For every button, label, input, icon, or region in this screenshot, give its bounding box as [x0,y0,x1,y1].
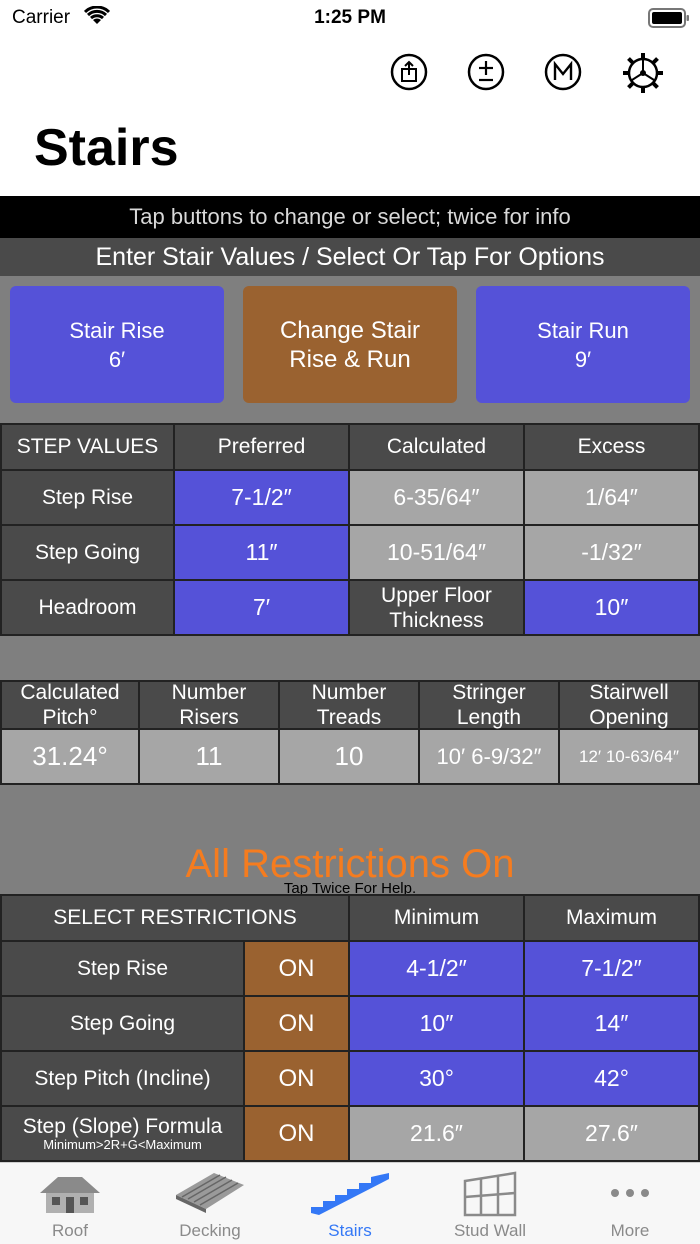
restriction-toggle[interactable]: ON [245,942,350,997]
stringer-header: Stringer Length [420,681,560,730]
treads-value[interactable]: 10 [280,730,420,785]
formula-sublabel: Minimum>2R+G<Maximum [43,1136,202,1152]
stairs-panel: Enter Stair Values / Select Or Tap For O… [0,238,700,1162]
tab-more[interactable]: More [560,1163,700,1244]
change-line1: Change Stair [279,316,421,344]
house-icon [38,1171,102,1220]
stringer-value[interactable]: 10′ 6-9/32″ [420,730,560,785]
restriction-toggle[interactable]: ON [245,1107,350,1162]
restrictions-table: SELECT RESTRICTIONS Minimum Maximum Step… [0,894,700,1162]
treads-header-line1: Number [311,681,387,704]
change-line2: Rise & Run [289,345,411,373]
restriction-max[interactable]: 27.6″ [525,1107,700,1162]
step-going-calculated: 10-51/64″ [350,526,525,581]
stair-rise-button[interactable]: Stair Rise 6′ [10,286,224,403]
minimum-header: Minimum [350,896,525,942]
stair-rise-value: 6′ [108,346,126,372]
stringer-header-line2: Length [456,706,522,729]
stairwell-value[interactable]: 12′ 10-63/64″ [560,730,700,785]
clock: 1:25 PM [314,7,386,28]
gear-icon[interactable] [622,52,663,93]
upper-floor-line2: Thickness [389,608,484,632]
status-bar: Carrier 1:25 PM [0,0,700,38]
restriction-toggle[interactable]: ON [245,997,350,1052]
step-going-excess: -1/32″ [525,526,700,581]
step-values-table: STEP VALUES Preferred Calculated Excess … [0,423,700,636]
stud-wall-icon [463,1171,517,1222]
upper-floor-thickness-label: Upper Floor Thickness [350,581,525,636]
stairwell-header-line2: Opening [589,706,669,729]
risers-value[interactable]: 11 [140,730,280,785]
stairwell-header: Stairwell Opening [560,681,700,730]
restriction-max[interactable]: 14″ [525,997,700,1052]
more-icon [610,1185,650,1203]
battery-icon [648,8,690,33]
treads-header: Number Treads [280,681,420,730]
decking-icon [174,1171,246,1220]
pitch-header: Calculated Pitch° [0,681,140,730]
risers-header: Number Risers [140,681,280,730]
upper-floor-thickness-value[interactable]: 10″ [525,581,700,636]
stairwell-header-line1: Stairwell [589,681,669,704]
stringer-header-line1: Stringer [452,681,526,704]
tab-stairs[interactable]: Stairs [280,1163,420,1244]
stairs-icon [309,1171,391,1220]
maximum-header: Maximum [525,896,700,942]
select-restrictions-header: SELECT RESTRICTIONS [0,896,350,942]
results-table: Calculated Pitch° Number Risers Number T… [0,680,700,785]
calculated-header: Calculated [350,425,525,471]
tab-label: More [610,1221,650,1240]
preferred-header: Preferred [175,425,350,471]
restriction-label: Step Going [0,997,245,1052]
upper-floor-line1: Upper Floor [381,583,492,607]
stair-run-value: 9′ [574,346,592,372]
change-rise-run-button[interactable]: Change Stair Rise & Run [243,286,457,403]
formula-label: Step (Slope) Formula [22,1114,223,1138]
enter-values-header: Enter Stair Values / Select Or Tap For O… [0,238,700,276]
stair-run-button[interactable]: Stair Run 9′ [476,286,690,403]
tab-label: Decking [179,1221,241,1240]
headroom-label: Headroom [0,581,175,636]
tab-stud-wall[interactable]: Stud Wall [420,1163,560,1244]
stair-run-label: Stair Run [537,317,629,343]
step-rise-preferred[interactable]: 7-1/2″ [175,471,350,526]
m-circle-icon[interactable] [543,52,583,92]
tab-bar: Roof Decking Stairs Stud Wall More [0,1162,700,1244]
pitch-header-line1: Calculated [20,681,120,704]
treads-header-line2: Treads [316,706,382,729]
restriction-toggle[interactable]: ON [245,1052,350,1107]
step-rise-calculated: 6-35/64″ [350,471,525,526]
restriction-min[interactable]: 10″ [350,997,525,1052]
nav-toolbar [0,52,700,93]
headroom-value[interactable]: 7′ [175,581,350,636]
plus-minus-icon[interactable] [466,52,506,92]
excess-header: Excess [525,425,700,471]
pitch-header-line2: Pitch° [42,706,98,729]
step-values-header: STEP VALUES [0,425,175,471]
restriction-label: Step Rise [0,942,245,997]
share-icon[interactable] [389,52,429,92]
step-rise-label: Step Rise [0,471,175,526]
restriction-min[interactable]: 4-1/2″ [350,942,525,997]
risers-header-line1: Number [171,681,247,704]
step-going-preferred[interactable]: 11″ [175,526,350,581]
restriction-label: Step (Slope) Formula Minimum>2R+G<Maximu… [0,1107,245,1162]
tab-label: Roof [52,1221,88,1240]
stair-rise-label: Stair Rise [69,317,165,343]
hint-bar: Tap buttons to change or select; twice f… [0,196,700,238]
step-going-label: Step Going [0,526,175,581]
restriction-min[interactable]: 30° [350,1052,525,1107]
risers-header-line2: Risers [179,706,239,729]
restriction-label: Step Pitch (Incline) [0,1052,245,1107]
tab-roof[interactable]: Roof [0,1163,140,1244]
tab-decking[interactable]: Decking [140,1163,280,1244]
page-title: Stairs [34,119,179,177]
tab-label: Stud Wall [453,1221,527,1240]
tab-label: Stairs [328,1221,372,1240]
restriction-min[interactable]: 21.6″ [350,1107,525,1162]
pitch-value[interactable]: 31.24° [0,730,140,785]
step-rise-excess: 1/64″ [525,471,700,526]
restriction-max[interactable]: 42° [525,1052,700,1107]
restriction-max[interactable]: 7-1/2″ [525,942,700,997]
